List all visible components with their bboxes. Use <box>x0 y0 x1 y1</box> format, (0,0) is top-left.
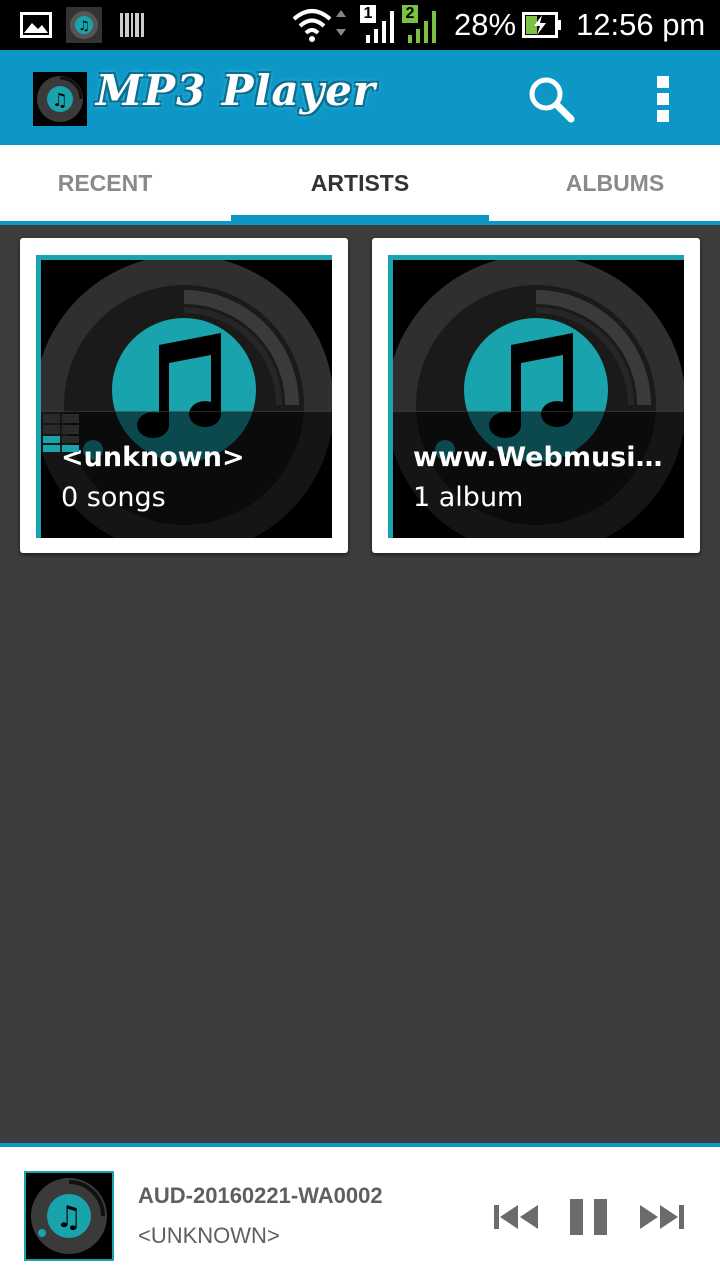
now-playing-artwork[interactable]: ♫ <box>24 1171 114 1261</box>
tab-selected-indicator <box>231 215 489 223</box>
battery-charging-icon <box>522 0 562 50</box>
artist-name: www.Webmusi… <box>413 442 663 473</box>
mp3-player-notification-icon: ♫ <box>66 0 102 50</box>
search-button[interactable] <box>526 74 576 124</box>
tab-bar: RECENT ARTISTS ALBUMS <box>0 145 720 225</box>
clock: 12:56 pm <box>576 7 706 42</box>
app-title: MP3 Player <box>96 66 376 115</box>
tab-recent[interactable]: RECENT <box>0 145 210 221</box>
artist-name: <unknown> <box>61 442 245 473</box>
artist-card[interactable]: <unknown> 0 songs <box>20 238 348 553</box>
skip-next-icon <box>640 1205 684 1229</box>
artist-info-overlay: <unknown> 0 songs <box>41 411 332 538</box>
artist-song-count: 0 songs <box>61 482 166 513</box>
now-playing-artist: <UNKNOWN> <box>138 1223 280 1248</box>
status-bar: ♫ 1 2 28% 12:56 pm <box>0 0 720 50</box>
artist-info-overlay: www.Webmusi… 1 album <box>393 411 684 538</box>
overflow-dot-icon <box>657 93 669 105</box>
svg-text:♫: ♫ <box>78 19 90 34</box>
now-playing-bar[interactable]: ♫ AUD-20160221-WA0002 <UNKNOWN> <box>0 1143 720 1280</box>
artist-card[interactable]: www.Webmusi… 1 album <box>372 238 700 553</box>
svg-text:♫: ♫ <box>56 1200 83 1235</box>
svg-text:♫: ♫ <box>52 90 68 111</box>
pause-button[interactable] <box>570 1199 608 1235</box>
overflow-dot-icon <box>657 110 669 122</box>
signal-sim1-icon: 1 <box>360 0 400 50</box>
next-track-button[interactable] <box>638 1199 684 1235</box>
previous-track-button[interactable] <box>494 1199 540 1235</box>
overflow-dot-icon <box>657 76 669 88</box>
artist-artwork: www.Webmusi… 1 album <box>388 255 684 538</box>
overflow-menu-button[interactable] <box>652 76 674 122</box>
wifi-icon <box>290 0 348 50</box>
barcode-notification-icon <box>118 0 146 50</box>
app-logo-icon[interactable]: ♫ <box>33 72 87 126</box>
music-disc-icon: ♫ <box>31 1178 107 1254</box>
artist-artwork: <unknown> 0 songs <box>36 255 332 538</box>
artist-album-count: 1 album <box>413 482 524 513</box>
search-icon <box>529 77 575 123</box>
gallery-notification-icon <box>20 0 52 50</box>
tab-albums[interactable]: ALBUMS <box>510 145 720 221</box>
tab-artists[interactable]: ARTISTS <box>231 145 489 221</box>
now-playing-equalizer-icon <box>43 414 79 452</box>
skip-previous-icon <box>494 1205 538 1229</box>
now-playing-title: AUD-20160221-WA0002 <box>138 1183 383 1208</box>
battery-percent: 28% <box>454 7 517 42</box>
app-bar: ♫ MP3 Player <box>0 50 720 145</box>
pause-icon <box>570 1199 607 1235</box>
signal-sim2-icon: 2 <box>402 0 442 50</box>
